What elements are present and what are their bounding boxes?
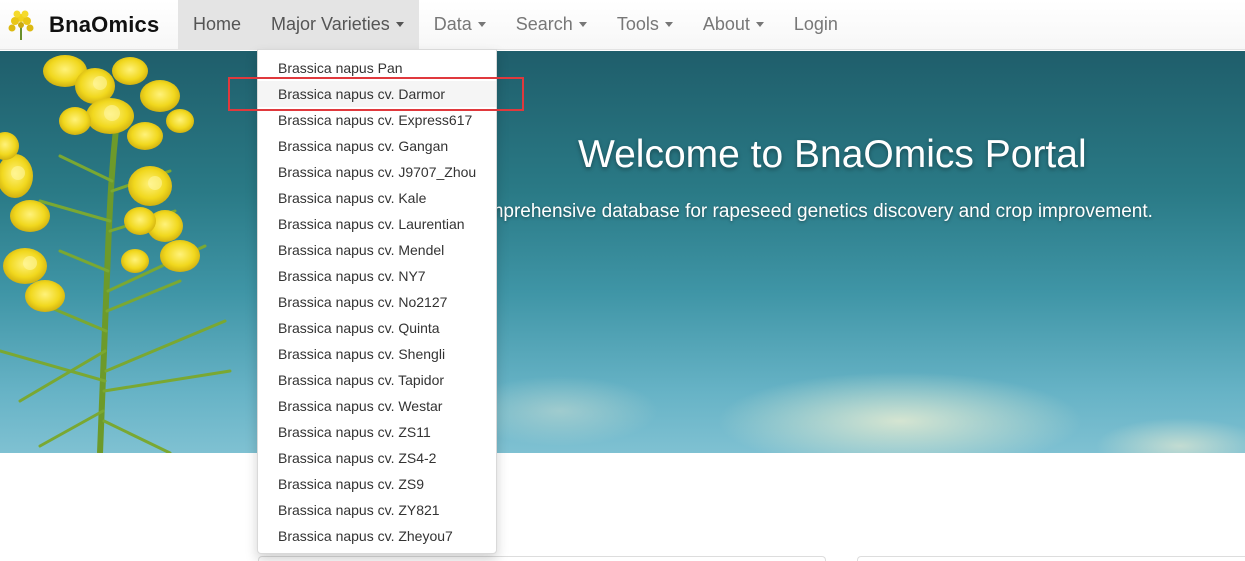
- caret-down-icon: [477, 22, 486, 27]
- nav-home-label: Home: [193, 14, 242, 34]
- nav-major-varieties[interactable]: Major Varieties: [256, 0, 419, 49]
- nav-about-label: About: [702, 14, 750, 34]
- nav-about[interactable]: About: [688, 0, 779, 49]
- dropdown-item-express617[interactable]: Brassica napus cv. Express617: [258, 107, 496, 133]
- brand-title: BnaOmics: [49, 11, 160, 37]
- dropdown-item-zs4-2[interactable]: Brassica napus cv. ZS4-2: [258, 445, 496, 471]
- caret-down-icon: [395, 22, 404, 27]
- dropdown-item-ny7[interactable]: Brassica napus cv. NY7: [258, 263, 496, 289]
- caret-down-icon: [664, 22, 673, 27]
- content-panel-left: [258, 556, 826, 561]
- content-panel-right: [857, 556, 1245, 561]
- nav-login[interactable]: Login: [779, 0, 853, 49]
- dropdown-item-tapidor[interactable]: Brassica napus cv. Tapidor: [258, 367, 496, 393]
- nav-major-varieties-label: Major Varieties: [271, 14, 390, 34]
- nav-tools[interactable]: Tools: [602, 0, 688, 49]
- nav-data[interactable]: Data: [419, 0, 501, 49]
- dropdown-item-shengli[interactable]: Brassica napus cv. Shengli: [258, 341, 496, 367]
- nav-tools-label: Tools: [616, 14, 659, 34]
- dropdown-item-westar[interactable]: Brassica napus cv. Westar: [258, 393, 496, 419]
- nav-login-label: Login: [793, 14, 838, 34]
- dropdown-item-zheyou7[interactable]: Brassica napus cv. Zheyou7: [258, 523, 496, 549]
- brand-link[interactable]: BnaOmics: [0, 0, 178, 49]
- top-navbar: BnaOmics Home Major Varieties Data Searc…: [0, 0, 1245, 50]
- dropdown-item-pan[interactable]: Brassica napus Pan: [258, 55, 496, 81]
- caret-down-icon: [755, 22, 764, 27]
- dropdown-item-zs11[interactable]: Brassica napus cv. ZS11: [258, 419, 496, 445]
- dropdown-item-kale[interactable]: Brassica napus cv. Kale: [258, 185, 496, 211]
- dropdown-item-no2127[interactable]: Brassica napus cv. No2127: [258, 289, 496, 315]
- hero-title: Welcome to BnaOmics Portal: [578, 133, 1087, 176]
- nav-search-label: Search: [515, 14, 573, 34]
- caret-down-icon: [578, 22, 587, 27]
- dropdown-item-mendel[interactable]: Brassica napus cv. Mendel: [258, 237, 496, 263]
- dropdown-item-quinta[interactable]: Brassica napus cv. Quinta: [258, 315, 496, 341]
- dropdown-item-zs9[interactable]: Brassica napus cv. ZS9: [258, 471, 496, 497]
- dropdown-item-zy821[interactable]: Brassica napus cv. ZY821: [258, 497, 496, 523]
- nav-home[interactable]: Home: [178, 0, 257, 49]
- dropdown-item-j9707-zhou[interactable]: Brassica napus cv. J9707_Zhou: [258, 159, 496, 185]
- dropdown-item-laurentian[interactable]: Brassica napus cv. Laurentian: [258, 211, 496, 237]
- page: BnaOmics Home Major Varieties Data Searc…: [0, 0, 1245, 561]
- dropdown-item-darmor[interactable]: Brassica napus cv. Darmor: [258, 81, 496, 107]
- nav-search[interactable]: Search: [501, 0, 602, 49]
- nav-data-label: Data: [433, 14, 472, 34]
- hero-subtitle: omprehensive database for rapeseed genet…: [477, 201, 1153, 222]
- main-nav: Home Major Varieties Data Search Tools A…: [178, 0, 853, 49]
- major-varieties-dropdown: Brassica napus Pan Brassica napus cv. Da…: [257, 49, 497, 554]
- hero-banner: Welcome to BnaOmics Portal omprehensive …: [0, 51, 1245, 453]
- rapeseed-flower-logo-icon: [8, 10, 34, 40]
- dropdown-item-gangan[interactable]: Brassica napus cv. Gangan: [258, 133, 496, 159]
